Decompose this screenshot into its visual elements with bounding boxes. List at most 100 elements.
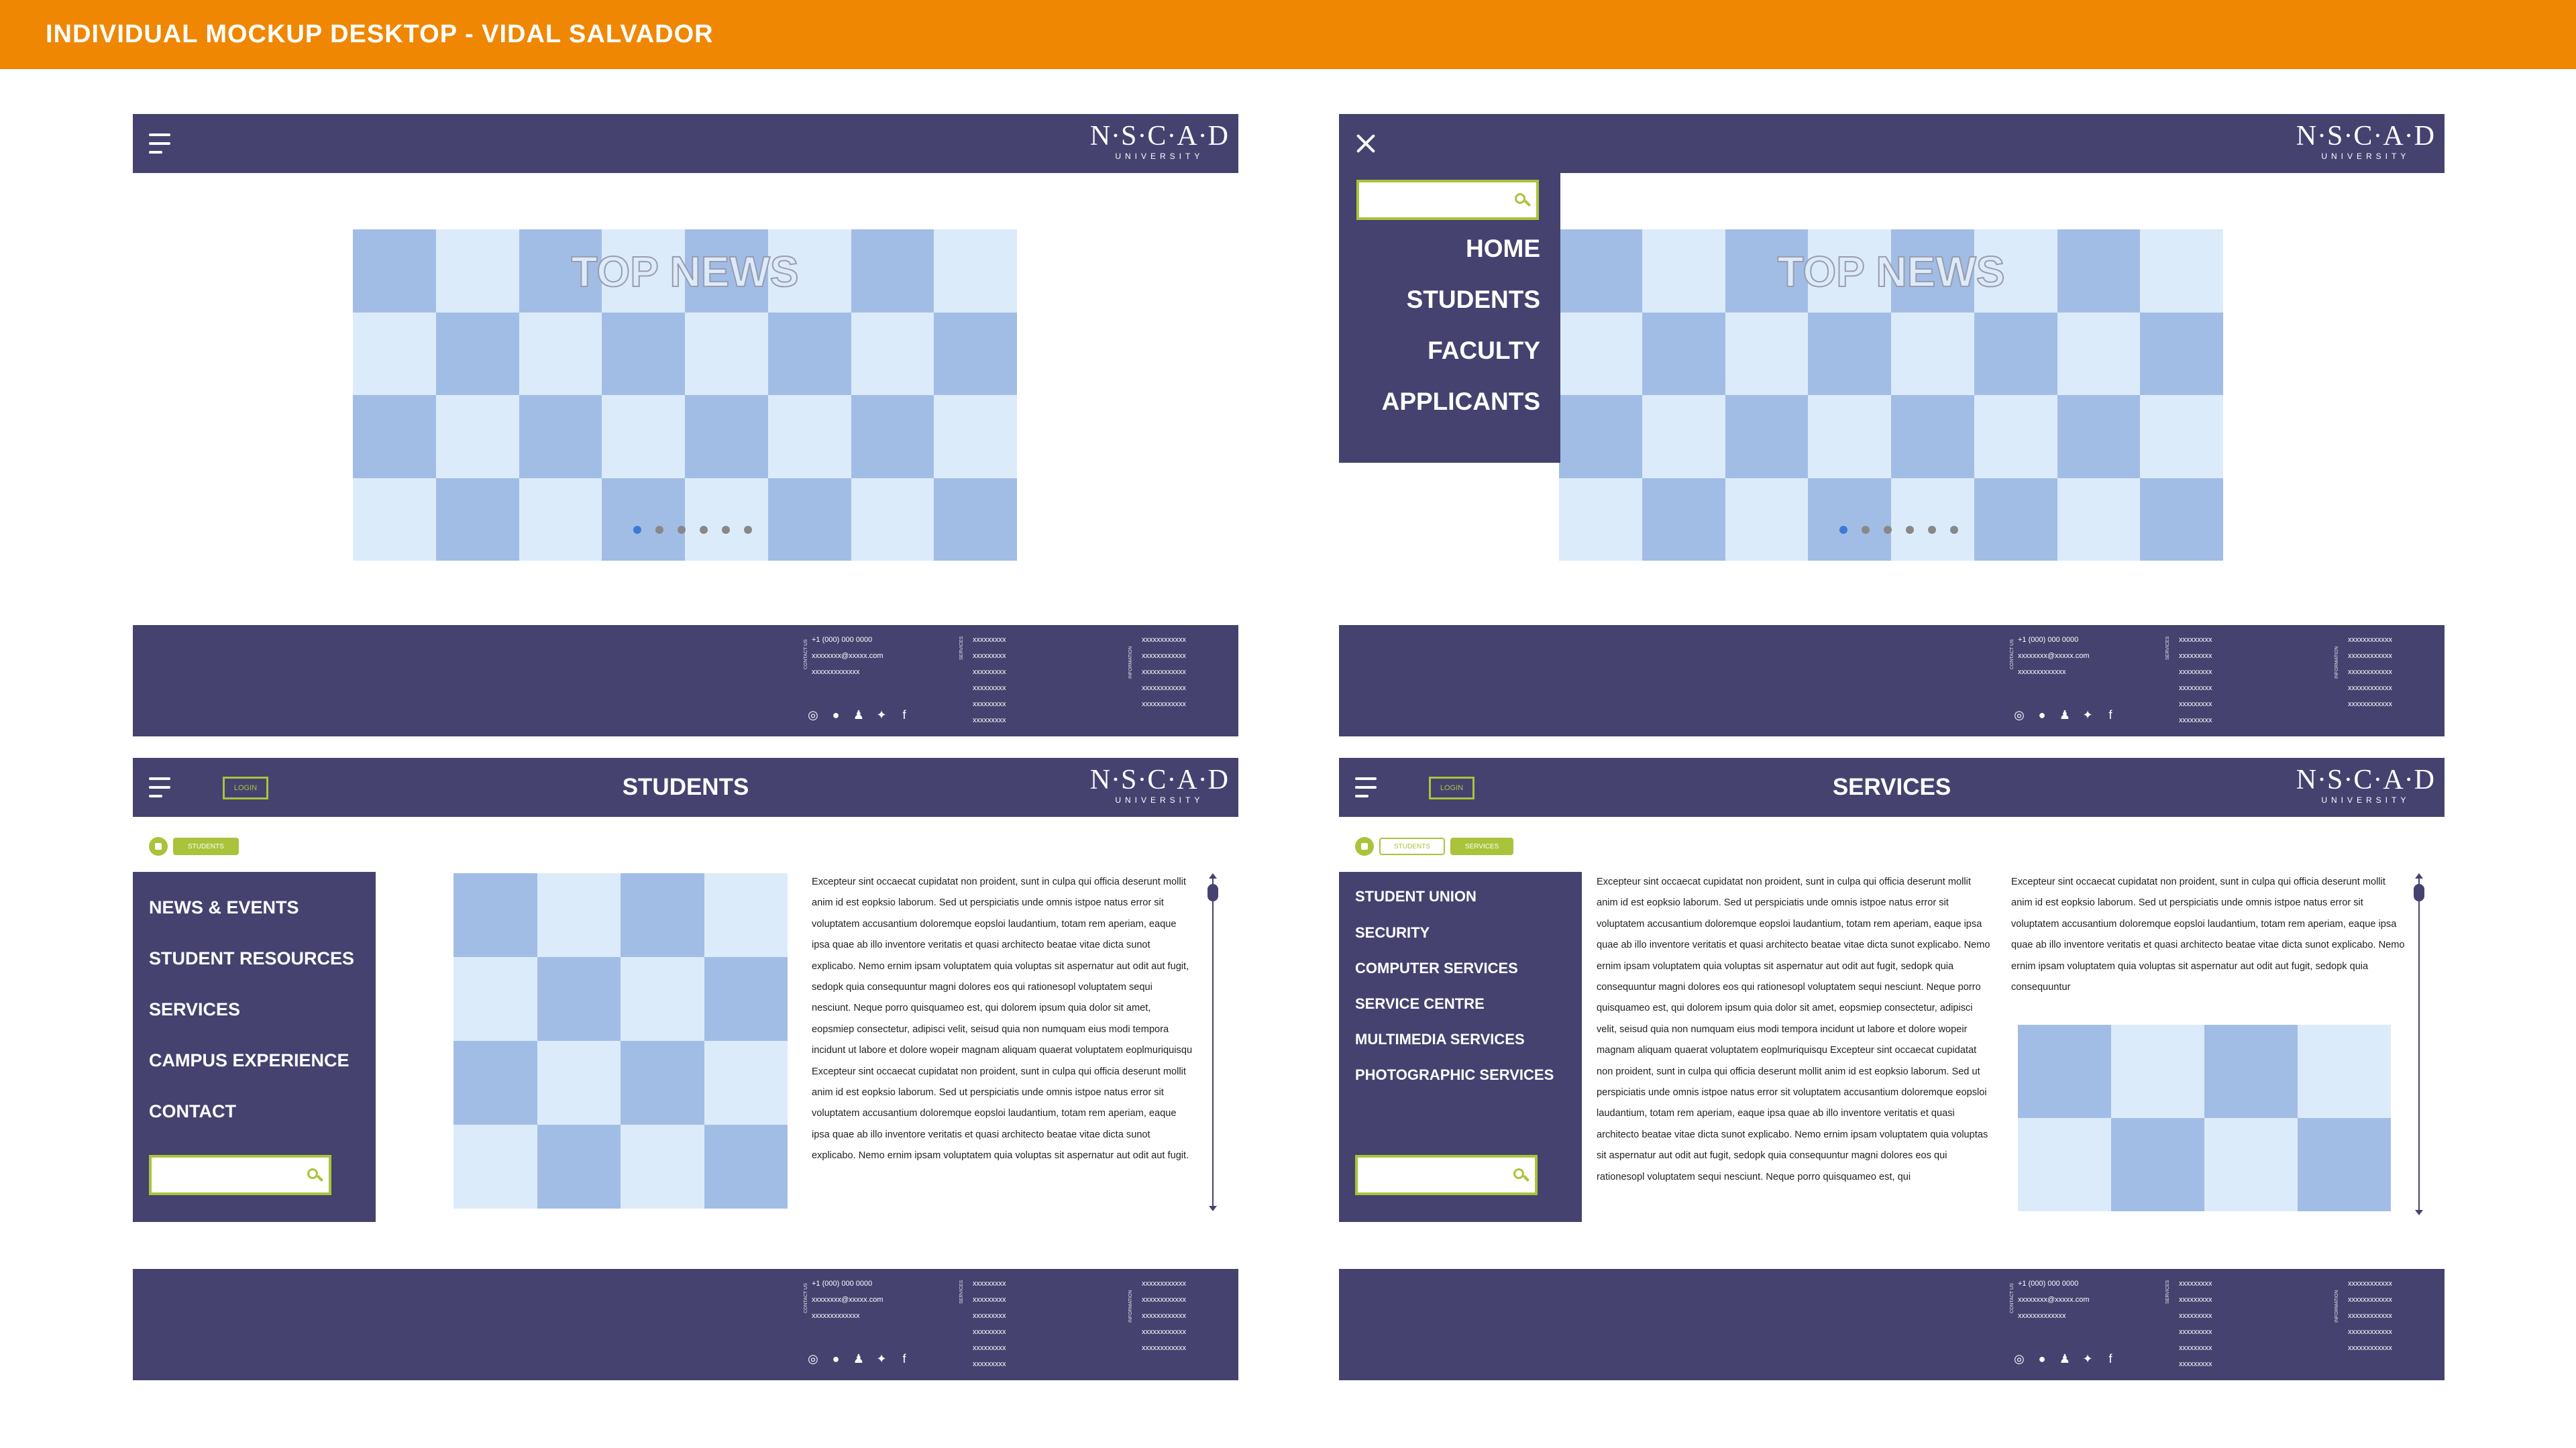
footer-link[interactable]: xxxxxxxxx [2179,712,2212,728]
footer-link[interactable]: xxxxxxxxx [2179,1324,2212,1340]
footer-link[interactable]: xxxxxxxxx [2179,664,2212,680]
search-input[interactable] [1359,182,1501,217]
sidebar-item-security[interactable]: SECURITY [1355,924,1430,942]
twitter-icon[interactable]: ✦ [2081,1352,2094,1366]
twitter-icon[interactable]: ✦ [875,708,888,722]
user-icon[interactable]: ♟ [852,708,865,722]
nscad-logo[interactable]: N·S·C·A·D UNIVERSITY [2296,121,2435,161]
twitter-icon[interactable]: ✦ [2081,708,2094,722]
instagram-icon[interactable]: ◎ [2012,708,2026,722]
email-text[interactable]: xxxxxxxx@xxxxx.com [812,1292,883,1308]
menu-item-applicants[interactable]: APPLICANTS [1382,388,1540,416]
phone-text[interactable]: +1 (000) 000 0000 [2018,1276,2090,1292]
hero-slider[interactable]: TOP NEWS [1559,229,2223,561]
footer-link[interactable]: xxxxxxxxxxxx [2348,664,2392,680]
footer-link[interactable]: xxxxxxxxx [2179,1340,2212,1356]
menu-item-home[interactable]: HOME [1466,235,1540,263]
footer-link[interactable]: xxxxxxxxxxxx [1142,680,1186,696]
footer-link[interactable]: xxxxxxxxxxxx [1142,1292,1186,1308]
search-icon[interactable] [1512,1167,1529,1183]
footer-link[interactable]: xxxxxxxxx [973,664,1006,680]
facebook-icon[interactable]: f [2104,708,2117,722]
footer-link[interactable]: xxxxxxxxx [973,1276,1006,1292]
footer-link[interactable]: xxxxxxxxx [973,1308,1006,1324]
user-icon[interactable]: ♟ [2058,1352,2072,1366]
phone-text[interactable]: +1 (000) 000 0000 [2018,632,2090,648]
scrollbar-thumb[interactable] [1208,884,1218,901]
sidebar-item-services[interactable]: SERVICES [149,999,240,1020]
search-icon[interactable] [306,1167,323,1183]
sidebar-search-box[interactable] [1355,1155,1538,1195]
footer-link[interactable]: xxxxxxxxx [973,1356,1006,1372]
footer-link[interactable]: xxxxxxxxxxxx [2348,648,2392,664]
footer-link[interactable]: xxxxxxxxxxxx [2348,1276,2392,1292]
footer-link[interactable]: xxxxxxxxxxxx [1142,696,1186,712]
footer-link[interactable]: xxxxxxxxxxxx [2348,1308,2392,1324]
footer-link[interactable]: xxxxxxxxx [2179,1276,2212,1292]
email-text[interactable]: xxxxxxxx@xxxxx.com [2018,1292,2090,1308]
footer-link[interactable]: xxxxxxxxxxxx [2348,696,2392,712]
email-text[interactable]: xxxxxxxx@xxxxx.com [2018,648,2090,664]
scrollbar-thumb[interactable] [2414,884,2424,901]
menu-search-box[interactable] [1356,180,1539,220]
menu-item-faculty[interactable]: FACULTY [1428,337,1540,365]
facebook-icon[interactable]: f [898,708,911,722]
footer-link[interactable]: xxxxxxxxx [2179,1308,2212,1324]
nscad-logo[interactable]: N·S·C·A·D UNIVERSITY [2296,765,2435,805]
footer-link[interactable]: xxxxxxxxx [973,1292,1006,1308]
footer-link[interactable]: xxxxxxxxx [973,1324,1006,1340]
sidebar-search-box[interactable] [149,1155,331,1195]
instagram-icon[interactable]: ◎ [2012,1352,2026,1366]
menu-item-students[interactable]: STUDENTS [1407,286,1540,314]
home-icon[interactable] [1355,837,1374,856]
globe-icon[interactable]: ● [829,708,843,722]
instagram-icon[interactable]: ◎ [806,708,820,722]
footer-link[interactable]: xxxxxxxxx [2179,632,2212,648]
breadcrumb-students[interactable]: STUDENTS [1379,838,1445,855]
sidebar-item-news-events[interactable]: NEWS & EVENTS [149,897,299,918]
sidebar-item-multimedia-services[interactable]: MULTIMEDIA SERVICES [1355,1031,1525,1048]
footer-link[interactable]: xxxxxxxxxxxx [2348,1324,2392,1340]
footer-link[interactable]: xxxxxxxxxxxx [1142,1276,1186,1292]
facebook-icon[interactable]: f [2104,1352,2117,1366]
footer-link[interactable]: xxxxxxxxx [973,1340,1006,1356]
footer-link[interactable]: xxxxxxxxx [973,680,1006,696]
sidebar-item-student-resources[interactable]: STUDENT RESOURCES [149,948,354,969]
close-menu-icon[interactable] [1354,131,1378,156]
nscad-logo[interactable]: N·S·C·A·D UNIVERSITY [1090,765,1229,805]
phone-text[interactable]: +1 (000) 000 0000 [812,1276,883,1292]
footer-link[interactable]: xxxxxxxxxxxx [2348,632,2392,648]
slider-dots[interactable] [633,526,752,534]
sidebar-item-computer-services[interactable]: COMPUTER SERVICES [1355,960,1518,977]
footer-link[interactable]: xxxxxxxxxxxx [2348,1292,2392,1308]
breadcrumb-services[interactable]: SERVICES [1450,838,1514,855]
sidebar-item-service-centre[interactable]: SERVICE CENTRE [1355,995,1485,1013]
scrollbar[interactable] [1206,873,1220,1211]
footer-link[interactable]: xxxxxxxxxxxx [2348,1340,2392,1356]
user-icon[interactable]: ♟ [2058,708,2072,722]
sidebar-item-student-union[interactable]: STUDENT UNION [1355,888,1477,905]
footer-link[interactable]: xxxxxxxxx [2179,648,2212,664]
nscad-logo[interactable]: N·S·C·A·D UNIVERSITY [1090,121,1229,161]
search-input[interactable] [1358,1158,1500,1192]
footer-link[interactable]: xxxxxxxxxxxx [1142,1308,1186,1324]
footer-link[interactable]: xxxxxxxxxxxx [1142,1324,1186,1340]
globe-icon[interactable]: ● [2035,708,2049,722]
footer-link[interactable]: xxxxxxxxxxxx [1142,632,1186,648]
hamburger-menu-icon[interactable] [149,133,173,154]
slider-dots[interactable] [1839,526,1958,534]
footer-link[interactable]: xxxxxxxxx [2179,680,2212,696]
footer-link[interactable]: xxxxxxxxxxxx [1142,1340,1186,1356]
phone-text[interactable]: +1 (000) 000 0000 [812,632,883,648]
search-icon[interactable] [1513,192,1531,208]
hero-slider[interactable]: TOP NEWS [353,229,1017,561]
footer-link[interactable]: xxxxxxxxxxxx [2348,680,2392,696]
footer-link[interactable]: xxxxxxxxx [973,632,1006,648]
search-input[interactable] [152,1158,294,1192]
sidebar-item-campus-experience[interactable]: CAMPUS EXPERIENCE [149,1050,350,1071]
footer-link[interactable]: xxxxxxxxx [973,712,1006,728]
footer-link[interactable]: xxxxxxxxx [2179,1356,2212,1372]
twitter-icon[interactable]: ✦ [875,1352,888,1366]
home-icon[interactable] [149,837,168,856]
globe-icon[interactable]: ● [829,1352,843,1366]
